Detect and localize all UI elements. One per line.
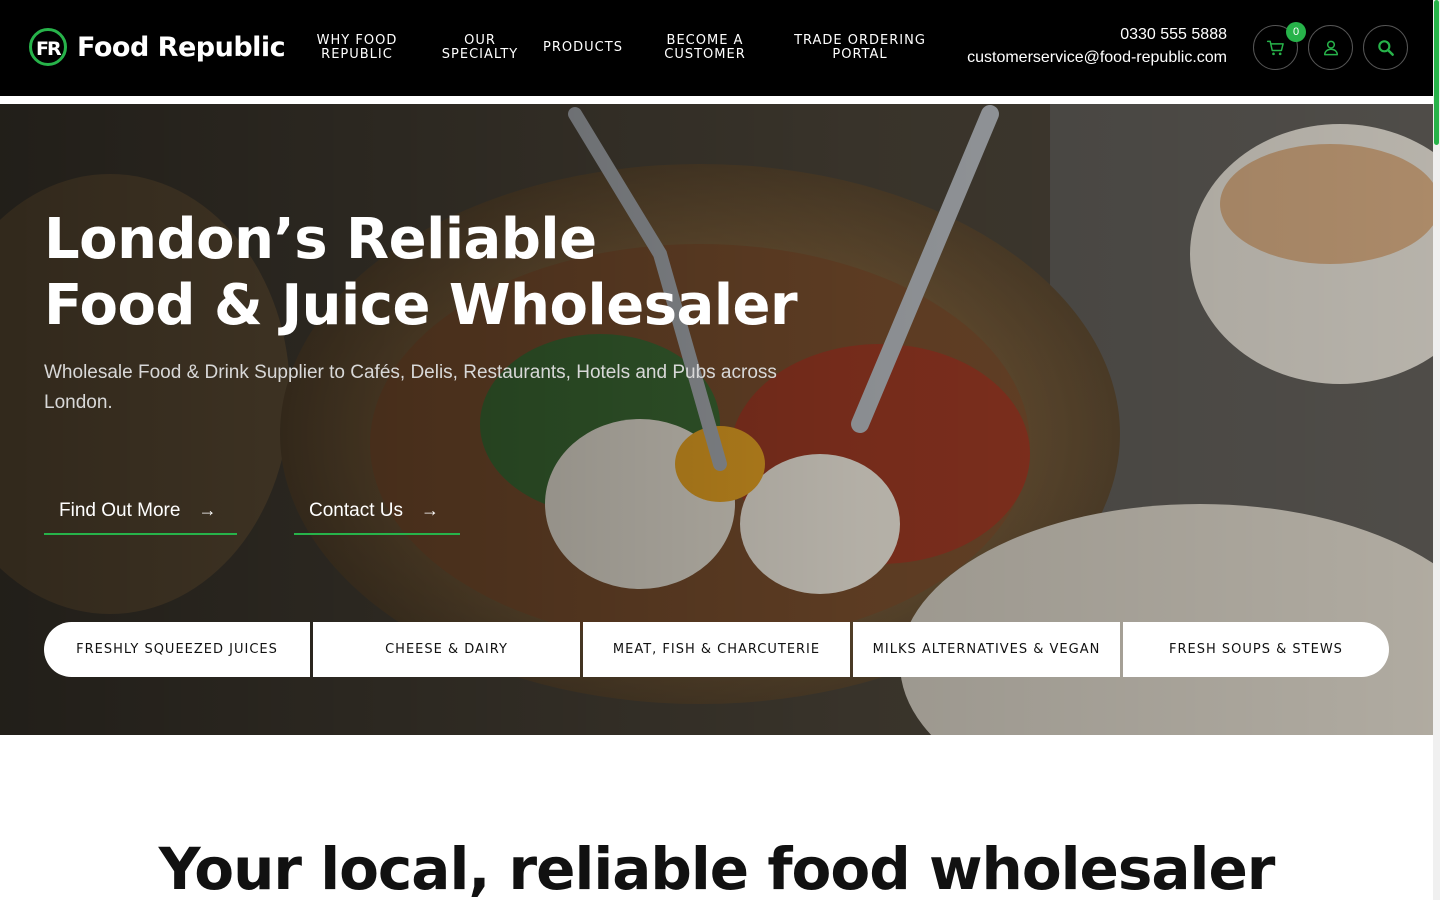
user-icon bbox=[1323, 40, 1338, 55]
cta-label: Find Out More bbox=[59, 499, 181, 521]
nav-label: CUSTOMER bbox=[664, 47, 746, 62]
hero-title-line: Food & Juice Wholesaler bbox=[44, 273, 798, 338]
cart-icon bbox=[1266, 40, 1284, 55]
logo[interactable]: F R Food Republic bbox=[28, 26, 286, 68]
nav-label: BECOME A bbox=[666, 33, 744, 48]
contact-info: 0330 555 5888 customerservice@food-repub… bbox=[967, 24, 1227, 70]
scrollbar-thumb[interactable] bbox=[1434, 0, 1439, 145]
nav-label: PORTAL bbox=[832, 47, 888, 62]
hero-title-line: London’s Reliable bbox=[44, 207, 597, 272]
logo-text: Food Republic bbox=[77, 31, 286, 63]
cta-label: Contact Us bbox=[309, 499, 403, 521]
hero-subtitle: Wholesale Food & Drink Supplier to Cafés… bbox=[44, 362, 777, 413]
logo-mark-icon: F R bbox=[29, 28, 67, 66]
search-icon bbox=[1377, 39, 1394, 56]
phone-link[interactable]: 0330 555 5888 bbox=[967, 24, 1227, 46]
svg-text:R: R bbox=[47, 38, 62, 60]
intro-heading: Your local, reliable food wholesaler bbox=[158, 835, 1276, 900]
category-meat-fish-charcuterie[interactable]: MEAT, FISH & CHARCUTERIE bbox=[583, 622, 850, 677]
category-freshly-squeezed-juices[interactable]: FRESHLY SQUEEZED JUICES bbox=[44, 622, 310, 677]
category-cheese-dairy[interactable]: CHEESE & DAIRY bbox=[313, 622, 580, 677]
nav-label: TRADE ORDERING bbox=[794, 33, 926, 48]
nav-our-specialty[interactable]: OUR SPECIALTY bbox=[432, 0, 528, 96]
category-fresh-soups-stews[interactable]: FRESH SOUPS & STEWS bbox=[1123, 622, 1389, 677]
category-bar: FRESHLY SQUEEZED JUICES CHEESE & DAIRY M… bbox=[44, 622, 1389, 677]
account-button[interactable] bbox=[1308, 25, 1353, 70]
nav-become-a-customer[interactable]: BECOME A CUSTOMER bbox=[650, 0, 760, 96]
hero-title: London’s Reliable Food & Juice Wholesale… bbox=[44, 207, 798, 339]
nav-label: OUR bbox=[464, 33, 496, 48]
arrow-right-icon: → bbox=[420, 500, 439, 520]
nav-products[interactable]: PRODUCTS bbox=[538, 0, 628, 96]
site-header: F R Food Republic WHY FOOD REPUBLIC OUR SP… bbox=[0, 0, 1433, 96]
category-milks-alternatives-vegan[interactable]: MILKS ALTERNATIVES & VEGAN bbox=[853, 622, 1120, 677]
nav-why-food-republic[interactable]: WHY FOOD REPUBLIC bbox=[306, 0, 408, 96]
find-out-more-button[interactable]: Find Out More → bbox=[44, 488, 237, 535]
nav-trade-ordering-portal[interactable]: TRADE ORDERING PORTAL bbox=[786, 0, 934, 96]
nav-label: WHY FOOD bbox=[316, 33, 398, 48]
nav-label: SPECIALTY bbox=[441, 47, 519, 62]
nav-label: REPUBLIC bbox=[321, 47, 393, 62]
arrow-right-icon: → bbox=[198, 500, 217, 520]
email-link[interactable]: customerservice@food-republic.com bbox=[967, 46, 1227, 70]
search-button[interactable] bbox=[1363, 25, 1408, 70]
nav-label: PRODUCTS bbox=[543, 40, 623, 55]
contact-us-button[interactable]: Contact Us → bbox=[294, 488, 460, 535]
hero-section: London’s Reliable Food & Juice Wholesale… bbox=[0, 104, 1433, 735]
cart-count-badge: 0 bbox=[1286, 22, 1306, 42]
header-divider bbox=[0, 96, 1433, 104]
